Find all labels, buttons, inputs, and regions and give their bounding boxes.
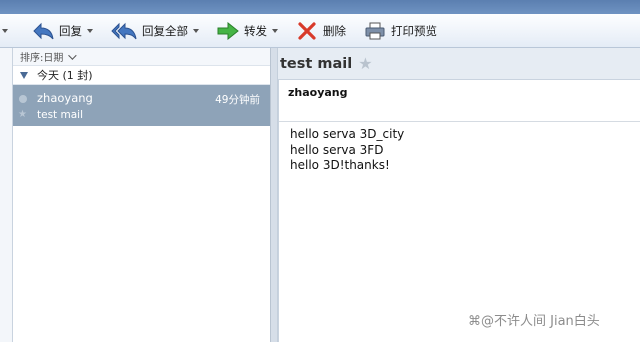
body-line: hello serva 3FD bbox=[290, 142, 384, 157]
reply-arrow-icon bbox=[32, 22, 54, 40]
watermark: ⌘@不许人间 Jian白头 bbox=[468, 314, 600, 329]
chevron-down-icon[interactable] bbox=[193, 28, 199, 33]
message-time: 49分钟前 bbox=[215, 94, 260, 106]
reply-all-button[interactable]: 回复全部 bbox=[105, 18, 205, 44]
pane-splitter[interactable] bbox=[270, 48, 278, 342]
delete-button[interactable]: 删除 bbox=[290, 18, 352, 44]
message-body: zhaoyang hello serva 3D_city hello serva… bbox=[278, 79, 640, 342]
list-item[interactable]: ★ zhaoyang 49分钟前 test mail bbox=[13, 85, 270, 126]
page-title: test mail bbox=[280, 55, 353, 72]
reply-button[interactable]: 回复 bbox=[26, 18, 99, 44]
collapse-triangle-icon[interactable] bbox=[20, 71, 28, 79]
chevron-down-icon bbox=[2, 28, 8, 33]
sort-label: 排序:日期 bbox=[20, 53, 64, 64]
chevron-down-icon[interactable] bbox=[272, 28, 278, 33]
chevron-down-icon bbox=[68, 50, 78, 60]
sender-name: zhaoyang bbox=[288, 86, 348, 99]
forward-button[interactable]: 转发 bbox=[211, 18, 284, 44]
forward-arrow-icon bbox=[217, 21, 239, 40]
message-sender: zhaoyang bbox=[37, 91, 93, 105]
group-label: 今天 (1 封) bbox=[37, 69, 93, 82]
reading-header: test mail ★ bbox=[278, 48, 640, 79]
sort-dropdown[interactable]: 排序:日期 bbox=[13, 48, 270, 66]
divider bbox=[279, 121, 640, 122]
star-icon[interactable]: ★ bbox=[18, 110, 27, 120]
print-preview-button[interactable]: 打印预览 bbox=[358, 18, 443, 44]
printer-icon bbox=[364, 22, 386, 40]
body-line: hello 3D!thanks! bbox=[290, 158, 390, 172]
group-header-today[interactable]: 今天 (1 封) bbox=[13, 66, 270, 85]
folder-pane-edge bbox=[0, 48, 12, 342]
toolbar: 回复 回复全部 转发 删除 打印预览 bbox=[0, 14, 640, 48]
message-subject: test mail bbox=[37, 109, 83, 121]
reply-all-label: 回复全部 bbox=[142, 23, 188, 38]
message-list-pane: 排序:日期 今天 (1 封) ★ zhaoyang 49分钟前 test mai… bbox=[12, 48, 270, 342]
reply-label: 回复 bbox=[59, 23, 82, 38]
print-preview-label: 打印预览 bbox=[391, 23, 437, 38]
reply-all-arrow-icon bbox=[111, 22, 137, 40]
body-line: hello serva 3D_city bbox=[290, 127, 405, 141]
message-content: hello serva 3D_city hello serva 3FD hell… bbox=[290, 127, 404, 174]
read-status-dot-icon[interactable] bbox=[19, 95, 27, 103]
chevron-down-icon[interactable] bbox=[87, 28, 93, 33]
star-icon[interactable]: ★ bbox=[358, 55, 372, 72]
toolbar-overflow[interactable] bbox=[0, 14, 14, 48]
delete-x-icon bbox=[296, 21, 318, 40]
forward-label: 转发 bbox=[244, 23, 267, 38]
reading-pane: test mail ★ zhaoyang hello serva 3D_city… bbox=[278, 48, 640, 342]
delete-label: 删除 bbox=[323, 23, 346, 38]
window-title-strip bbox=[0, 0, 640, 14]
